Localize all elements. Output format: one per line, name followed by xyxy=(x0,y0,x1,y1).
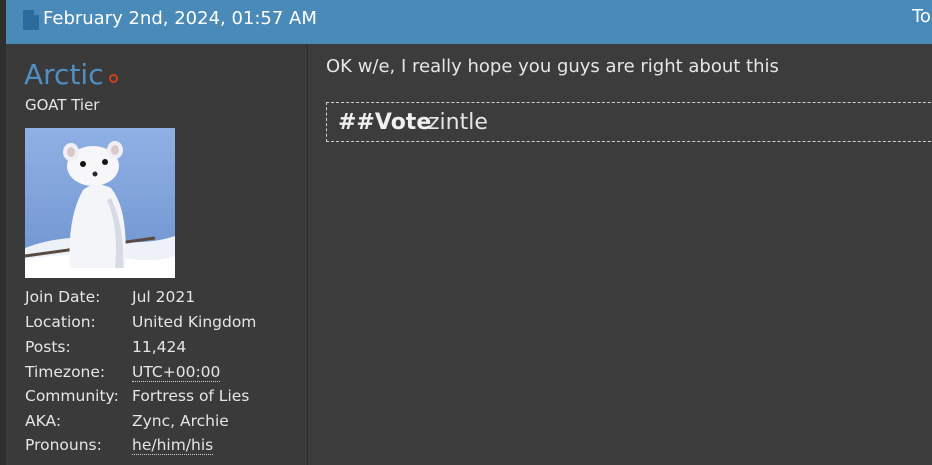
stoat-avatar-image xyxy=(25,128,175,278)
document-icon xyxy=(23,10,39,30)
avatar[interactable] xyxy=(25,128,175,278)
pronouns-value[interactable]: he/him/his xyxy=(132,436,214,455)
post-content: OK w/e, I really hope you guys are right… xyxy=(309,44,932,465)
user-rank: GOAT Tier xyxy=(25,96,100,114)
online-status-icon xyxy=(109,74,118,83)
top-link[interactable]: To xyxy=(912,6,932,27)
info-value: 11,424 xyxy=(132,338,187,356)
timezone-value[interactable]: UTC+00:00 xyxy=(132,363,221,382)
vote-box: ##Vote zintle xyxy=(326,102,932,142)
info-label: Community: xyxy=(25,387,119,405)
vote-target: zintle xyxy=(428,110,488,135)
info-label: Timezone: xyxy=(25,363,106,381)
info-label: Pronouns: xyxy=(25,436,102,454)
info-value: Zync, Archie xyxy=(132,412,229,430)
info-value: Fortress of Lies xyxy=(132,387,250,405)
info-value: Jul 2021 xyxy=(132,288,196,306)
post-header: February 2nd, 2024, 01:57 AM To xyxy=(6,0,932,44)
post-message: OK w/e, I really hope you guys are right… xyxy=(326,56,779,77)
username-link[interactable]: Arctic xyxy=(24,58,104,91)
vote-label: ##Vote xyxy=(338,110,432,135)
info-value: United Kingdom xyxy=(132,313,257,331)
info-label: Location: xyxy=(25,313,96,331)
info-label: Join Date: xyxy=(25,288,101,306)
post-date: February 2nd, 2024, 01:57 AM xyxy=(43,8,317,29)
info-label: Posts: xyxy=(25,338,71,356)
info-label: AKA: xyxy=(25,412,62,430)
user-info-panel: Arctic GOAT Tier Join Date: Jul 2021 Loc… xyxy=(6,44,308,465)
